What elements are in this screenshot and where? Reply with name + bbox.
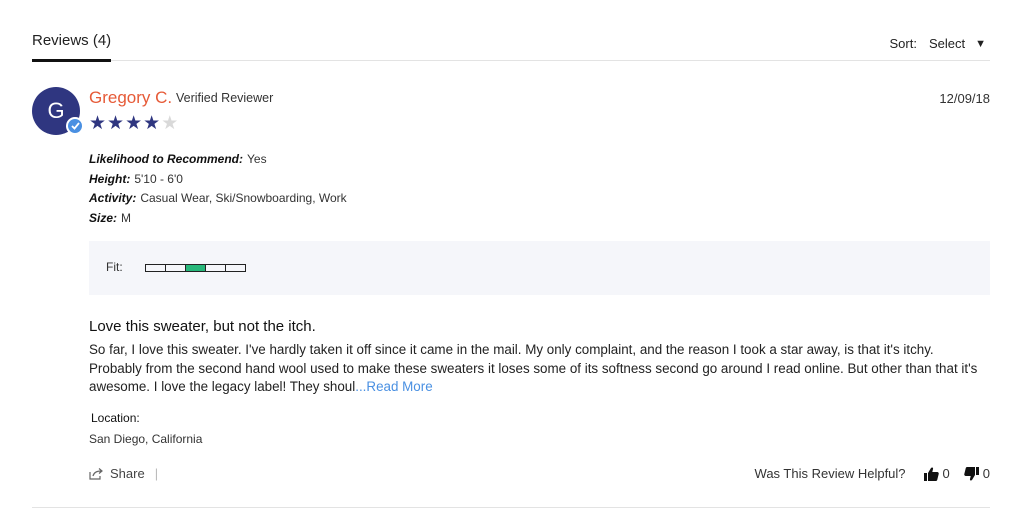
share-button[interactable]: Share | (89, 466, 158, 481)
thumbs-down-icon (964, 466, 979, 481)
share-icon (89, 467, 104, 480)
location-value: San Diego, California (89, 432, 203, 446)
fit-segment (145, 264, 166, 272)
attribute-size: Size: M (89, 209, 347, 229)
sort-label: Sort: (889, 36, 917, 51)
fit-segment (186, 264, 206, 272)
helpful-votes: Was This Review Helpful? 0 0 (755, 466, 990, 481)
avatar-initial: G (47, 98, 65, 123)
review-attributes: Likelihood to Recommend: Yes Height: 5'10 … (89, 150, 347, 228)
attribute-value: M (121, 210, 132, 225)
review-date: 12/09/18 (939, 91, 990, 106)
attribute-label: Height: (89, 171, 131, 186)
fit-segment (166, 264, 186, 272)
review-title: Love this sweater, but not the itch. (89, 318, 316, 335)
thumbs-down-button[interactable]: 0 (964, 466, 990, 481)
verified-check-icon (66, 117, 84, 135)
attribute-recommend: Likelihood to Recommend: Yes (89, 150, 347, 170)
share-label: Share (110, 466, 145, 481)
read-more-link[interactable]: ...Read More (355, 379, 432, 394)
attribute-value: Casual Wear, Ski/Snowboarding, Work (140, 191, 347, 205)
attribute-height: Height: 5'10 - 6'0 (89, 170, 347, 190)
reviews-header: Reviews (4) Sort: Select ▼ (32, 26, 990, 62)
star-filled-icon: ★ (89, 113, 108, 134)
fit-segment (226, 264, 246, 272)
sort-dropdown[interactable]: Sort: Select ▼ (890, 36, 987, 51)
attribute-label: Size: (89, 210, 118, 225)
verified-reviewer-label: Verified Reviewer (176, 91, 274, 105)
sort-selected-value[interactable]: Select (929, 36, 965, 51)
review-body: So far, I love this sweater. I've hardly… (89, 341, 989, 397)
review-text: So far, I love this sweater. I've hardly… (89, 342, 978, 394)
review-divider (32, 507, 990, 508)
star-rating: ★★★★★ (89, 113, 179, 135)
reviewer-name: Gregory C. (89, 88, 173, 107)
fit-label: Fit: (106, 260, 123, 274)
helpful-label: Was This Review Helpful? (754, 466, 906, 481)
fit-segment (206, 264, 226, 272)
tab-reviews[interactable]: Reviews (4) (32, 32, 112, 62)
star-filled-icon: ★ (125, 113, 144, 134)
fit-scale (145, 264, 246, 272)
attribute-activity: Activity: Casual Wear, Ski/Snowboarding, … (89, 189, 347, 209)
attribute-label: Likelihood to Recommend: (89, 152, 244, 166)
fit-panel: Fit: (89, 241, 990, 295)
thumbs-up-button[interactable]: 0 (923, 466, 950, 481)
thumbs-up-count: 0 (942, 466, 950, 481)
star-filled-icon: ★ (143, 113, 162, 134)
attribute-value: Yes (247, 152, 267, 166)
star-empty-icon: ★ (161, 113, 180, 134)
attribute-label: Activity: (89, 191, 137, 205)
reviews-widget: Reviews (4) Sort: Select ▼ G Gregory C. … (0, 0, 1024, 518)
thumbs-up-icon (923, 466, 939, 481)
divider: | (154, 466, 159, 481)
attribute-value: 5'10 - 6'0 (134, 171, 183, 186)
location-label: Location: (91, 411, 140, 425)
thumbs-down-count: 0 (982, 466, 990, 481)
star-filled-icon: ★ (107, 113, 126, 134)
caret-down-icon[interactable]: ▼ (975, 38, 986, 50)
